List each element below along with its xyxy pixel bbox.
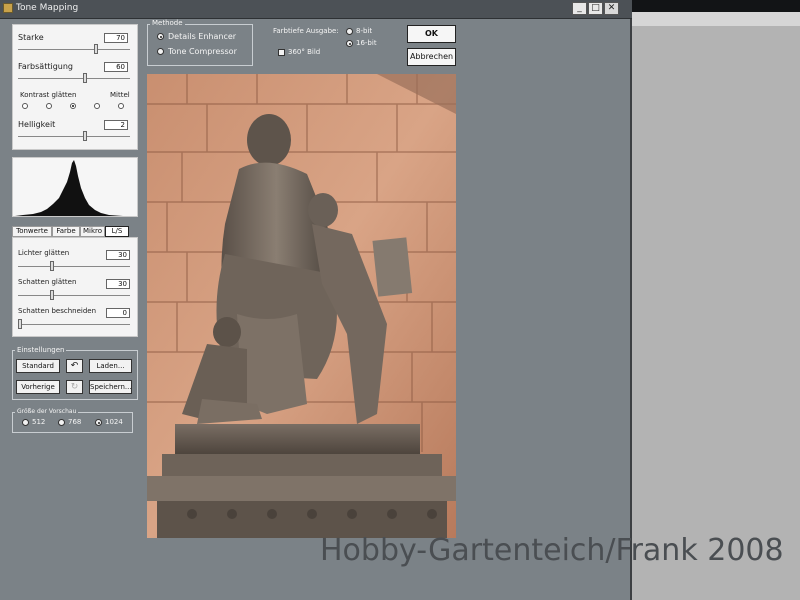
beschneiden-slider-track xyxy=(18,324,130,325)
helligkeit-slider-thumb[interactable] xyxy=(83,131,88,141)
dialog-titlebar xyxy=(0,0,632,19)
maximize-button[interactable]: □ xyxy=(588,2,603,15)
farbtiefe-radio-8bit[interactable] xyxy=(346,28,353,35)
schatten-value-field[interactable]: 30 xyxy=(106,279,130,289)
starke-slider-thumb[interactable] xyxy=(94,44,99,54)
kontrast-radio-3[interactable] xyxy=(70,103,76,109)
schatten-slider-track xyxy=(18,295,130,296)
vorschau-radio-512[interactable] xyxy=(22,419,29,426)
redo-button[interactable]: ↻ xyxy=(66,380,83,394)
laden-button[interactable]: Laden... xyxy=(89,359,132,373)
methode-group xyxy=(147,24,253,66)
kontrast-radio-4[interactable] xyxy=(94,103,100,109)
methode-title: Methode xyxy=(150,19,185,27)
abbrechen-button[interactable]: Abbrechen xyxy=(407,48,456,66)
histogram-graph xyxy=(15,160,123,216)
starke-value-field[interactable]: 70 xyxy=(104,33,128,43)
kontrast-radio-2[interactable] xyxy=(46,103,52,109)
background-app-toolbar xyxy=(632,12,800,26)
starke-label: Starke xyxy=(18,33,44,42)
vorherige-button[interactable]: Vorherige xyxy=(16,380,60,394)
tab-ls[interactable]: L/S xyxy=(105,226,129,237)
kontrast-radio-1[interactable] xyxy=(22,103,28,109)
tab-farbe[interactable]: Farbe xyxy=(52,226,80,237)
tab-mikro[interactable]: Mikro xyxy=(80,226,105,237)
preview-image[interactable] xyxy=(147,74,456,538)
dialog-title: Tone Mapping xyxy=(16,3,79,13)
lichter-label: Lichter glätten xyxy=(18,249,70,257)
vorschau-label-1024: 1024 xyxy=(105,418,123,426)
beschneiden-slider-thumb[interactable] xyxy=(18,319,22,329)
statue-photo xyxy=(147,74,456,538)
farbtiefe-radio-16bit[interactable] xyxy=(346,40,353,47)
farbtiefe-label-8bit: 8-bit xyxy=(356,27,373,35)
helligkeit-label: Helligkeit xyxy=(18,120,56,129)
histogram-panel xyxy=(12,157,138,217)
beschneiden-label: Schatten beschneiden xyxy=(18,307,97,315)
helligkeit-value-field[interactable]: 2 xyxy=(104,120,128,130)
kontrast-label: Kontrast glätten xyxy=(20,91,77,99)
undo-icon: ↶ xyxy=(70,361,79,371)
kontrast-mittel-label: Mittel xyxy=(110,91,130,99)
bild360-label: 360° Bild xyxy=(288,48,321,56)
vorschau-radio-768[interactable] xyxy=(58,419,65,426)
farbtiefe-label: Farbtiefe Ausgabe: xyxy=(273,27,339,35)
vorschau-label-768: 768 xyxy=(68,418,82,426)
farbsaettigung-label: Farbsättigung xyxy=(18,62,73,71)
schatten-slider-thumb[interactable] xyxy=(49,290,54,300)
background-app-pane xyxy=(632,0,800,600)
close-button[interactable]: ✕ xyxy=(604,2,619,15)
farbsaettigung-value-field[interactable]: 60 xyxy=(104,62,128,72)
farbtiefe-label-16bit: 16-bit xyxy=(356,39,377,47)
standard-button[interactable]: Standard xyxy=(16,359,60,373)
speichern-button[interactable]: Speichern... xyxy=(89,380,132,394)
methode-radio-details[interactable] xyxy=(157,33,164,40)
farbsaettigung-slider-track xyxy=(18,78,130,79)
ok-button[interactable]: OK xyxy=(407,25,456,43)
watermark-text: Hobby-Gartenteich/Frank 2008 xyxy=(320,533,784,568)
methode-radio-tone[interactable] xyxy=(157,48,164,55)
tab-tonwerte[interactable]: Tonwerte xyxy=(12,226,52,237)
schatten-label: Schatten glätten xyxy=(18,278,77,286)
helligkeit-slider-track xyxy=(18,136,130,137)
starke-slider-track xyxy=(18,49,130,50)
vorschau-label-512: 512 xyxy=(32,418,46,426)
methode-label-tone: Tone Compressor xyxy=(168,47,237,56)
lichter-slider-track xyxy=(18,266,130,267)
vorschau-title: Größe der Vorschau xyxy=(15,408,79,415)
lichter-value-field[interactable]: 30 xyxy=(106,250,130,260)
methode-label-details: Details Enhancer xyxy=(168,32,237,41)
background-app-titlebar xyxy=(632,0,800,12)
farbsaettigung-slider-thumb[interactable] xyxy=(83,73,88,83)
redo-icon: ↻ xyxy=(70,382,79,392)
minimize-button[interactable]: _ xyxy=(572,2,587,15)
vorschau-radio-1024[interactable] xyxy=(95,419,102,426)
bild360-checkbox[interactable] xyxy=(278,49,285,56)
beschneiden-value-field[interactable]: 0 xyxy=(106,308,130,318)
kontrast-radio-5[interactable] xyxy=(118,103,124,109)
lichter-slider-thumb[interactable] xyxy=(49,261,54,271)
undo-button[interactable]: ↶ xyxy=(66,359,83,373)
einstellungen-title: Einstellungen xyxy=(15,346,67,354)
app-icon xyxy=(3,3,13,13)
